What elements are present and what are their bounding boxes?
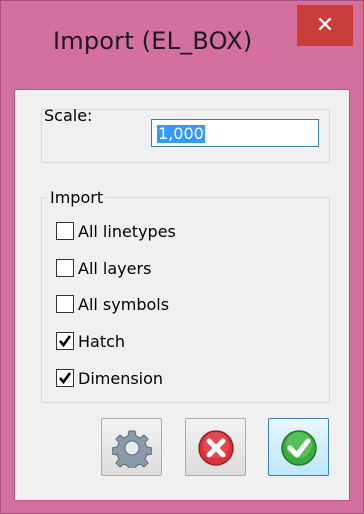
cancel-icon xyxy=(198,430,234,466)
cancel-button[interactable] xyxy=(185,418,246,476)
option-all-linetypes[interactable]: All linetypes xyxy=(56,220,176,242)
checkmark-icon xyxy=(59,372,72,385)
option-hatch[interactable]: Hatch xyxy=(56,330,125,352)
checkbox-all-linetypes[interactable] xyxy=(56,222,74,240)
checkmark-icon xyxy=(59,335,72,348)
scale-label: Scale: xyxy=(44,106,93,125)
scale-input[interactable]: 1,000 xyxy=(151,119,319,147)
option-label: Dimension xyxy=(78,368,164,388)
settings-button[interactable] xyxy=(101,418,162,476)
option-all-symbols[interactable]: All symbols xyxy=(56,293,169,315)
ok-button[interactable] xyxy=(268,418,329,476)
option-label: All linetypes xyxy=(78,221,176,241)
checkbox-dimension[interactable] xyxy=(56,369,74,387)
gear-icon xyxy=(112,430,152,468)
check-icon xyxy=(281,430,317,466)
checkbox-all-symbols[interactable] xyxy=(56,295,74,313)
dialog-body: Scale: 1,000 Import All linetypes All la… xyxy=(14,89,350,501)
close-button[interactable]: ✕ xyxy=(297,5,353,46)
close-icon: ✕ xyxy=(315,13,335,38)
title-bar[interactable]: Import (EL_BOX) ✕ xyxy=(1,1,363,89)
option-label: All layers xyxy=(78,258,152,278)
option-label: All symbols xyxy=(78,294,170,314)
scale-input-value: 1,000 xyxy=(157,124,205,143)
import-group-title: Import xyxy=(47,188,107,207)
option-all-layers[interactable]: All layers xyxy=(56,257,151,279)
dialog-window: Import (EL_BOX) ✕ Scale: 1,000 Import Al… xyxy=(0,0,364,514)
option-dimension[interactable]: Dimension xyxy=(56,367,163,389)
checkbox-hatch[interactable] xyxy=(56,332,74,350)
window-title: Import (EL_BOX) xyxy=(53,27,253,55)
option-label: Hatch xyxy=(78,331,126,351)
checkbox-all-layers[interactable] xyxy=(56,259,74,277)
